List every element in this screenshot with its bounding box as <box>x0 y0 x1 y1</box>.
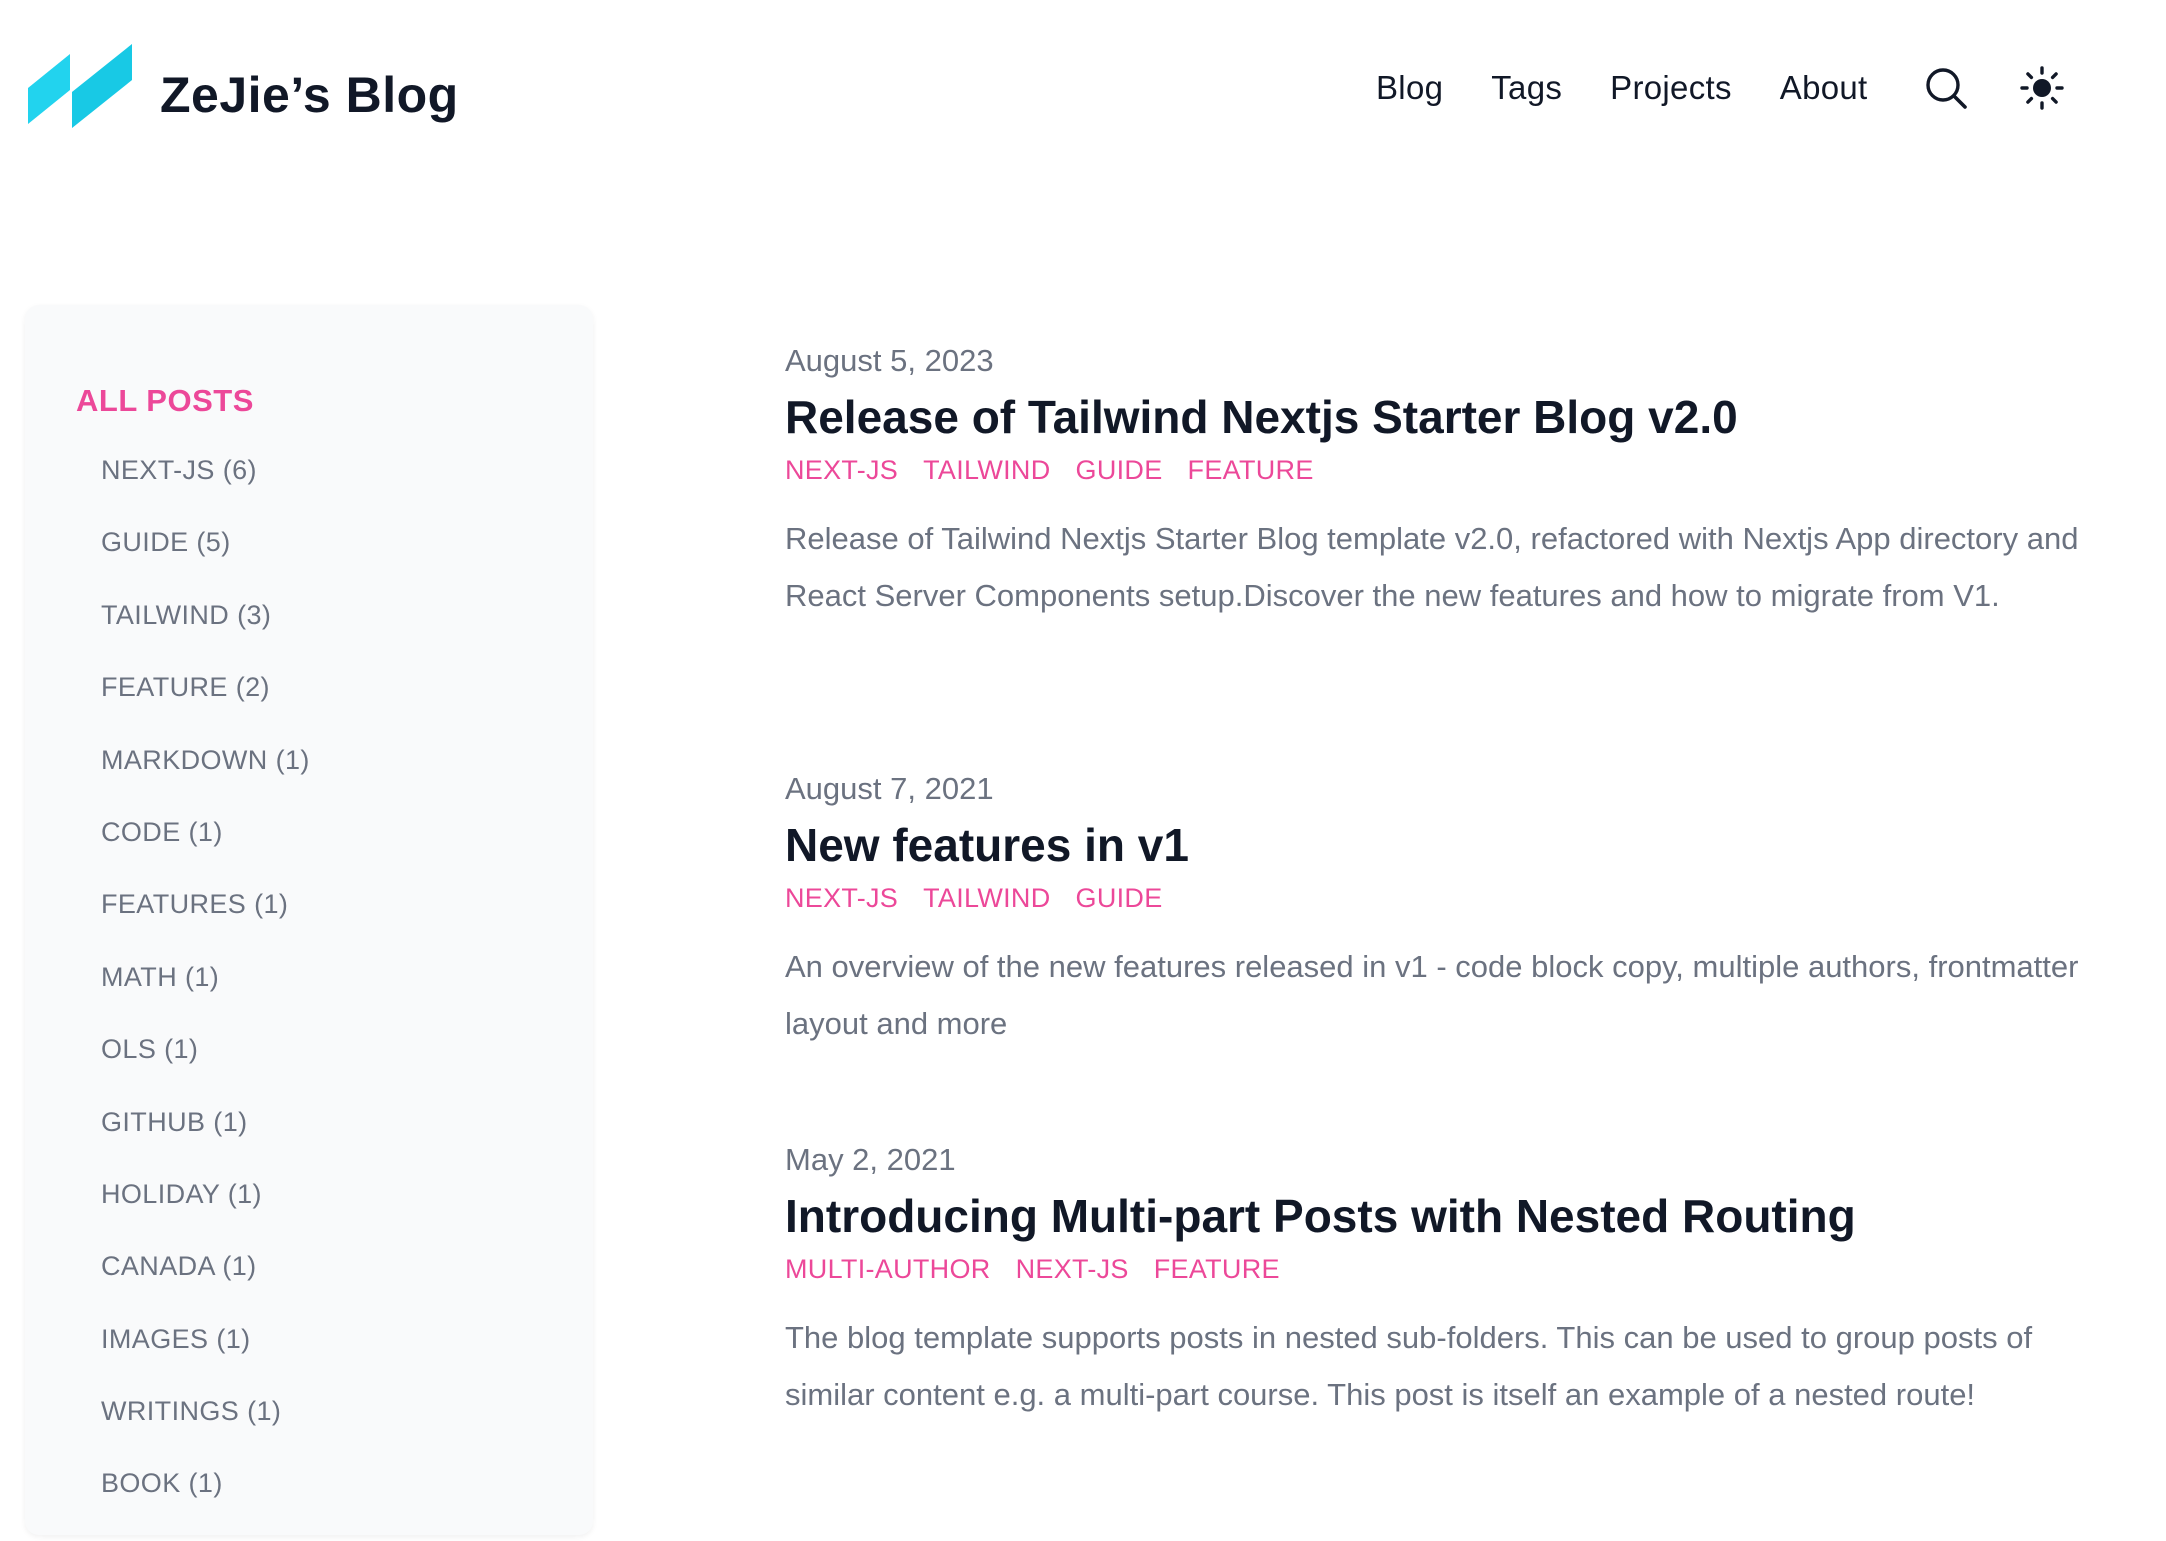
post-summary: Release of Tailwind Nextjs Starter Blog … <box>785 521 2079 613</box>
post-tag-link[interactable]: MULTI-AUTHOR <box>785 1249 991 1289</box>
sidebar-tag-images[interactable]: IMAGES (1) <box>101 1324 310 1396</box>
post-title-link[interactable]: New features in v1 <box>785 814 2085 876</box>
all-posts-link[interactable]: ALL POSTS <box>76 383 254 419</box>
sidebar-tag-canada[interactable]: CANADA (1) <box>101 1251 310 1323</box>
sidebar-tag-code[interactable]: CODE (1) <box>101 817 310 889</box>
post-tag-link[interactable]: NEXT-JS <box>785 878 898 918</box>
post-tag-link[interactable]: GUIDE <box>1076 450 1163 490</box>
sidebar-tag-writings[interactable]: WRITINGS (1) <box>101 1396 310 1468</box>
sidebar-tag-tailwind[interactable]: TAILWIND (3) <box>101 600 310 672</box>
post-tags: NEXT-JS TAILWIND GUIDE FEATURE <box>785 450 2085 490</box>
nav-tags-link[interactable]: Tags <box>1491 69 1562 107</box>
post-summary: The blog template supports posts in nest… <box>785 1320 2033 1412</box>
post-tag-link[interactable]: FEATURE <box>1154 1249 1280 1289</box>
sidebar-tag-feature[interactable]: FEATURE (2) <box>101 672 310 744</box>
post-date: May 2, 2021 <box>785 1142 956 1177</box>
post-tag-link[interactable]: GUIDE <box>1076 878 1163 918</box>
post-item: August 5, 2023 Release of Tailwind Nextj… <box>785 340 2085 624</box>
site-header: ZeJie’s Blog Blog Tags Projects About <box>0 0 2166 175</box>
post-summary: An overview of the new features released… <box>785 949 2079 1041</box>
post-tags: MULTI-AUTHOR NEXT-JS FEATURE <box>785 1249 2085 1289</box>
tag-list: NEXT-JS (6) GUIDE (5) TAILWIND (3) FEATU… <box>101 455 310 1541</box>
post-tag-link[interactable]: FEATURE <box>1188 450 1314 490</box>
tags-sidebar: ALL POSTS NEXT-JS (6) GUIDE (5) TAILWIND… <box>25 305 593 1535</box>
sidebar-tag-holiday[interactable]: HOLIDAY (1) <box>101 1179 310 1251</box>
nav-about-link[interactable]: About <box>1780 69 1868 107</box>
sidebar-tag-next-js[interactable]: NEXT-JS (6) <box>101 455 310 527</box>
post-tags: NEXT-JS TAILWIND GUIDE <box>785 878 2085 918</box>
sidebar-tag-book[interactable]: BOOK (1) <box>101 1468 310 1540</box>
post-tag-link[interactable]: TAILWIND <box>923 878 1050 918</box>
sun-icon <box>2019 66 2064 110</box>
post-tag-link[interactable]: NEXT-JS <box>785 450 898 490</box>
post-tag-link[interactable]: NEXT-JS <box>1016 1249 1129 1289</box>
post-title-link[interactable]: Introducing Multi-part Posts with Nested… <box>785 1185 2085 1247</box>
post-tag-link[interactable]: TAILWIND <box>923 450 1050 490</box>
logo-icon[interactable] <box>28 42 136 128</box>
main-nav: Blog Tags Projects About <box>1376 58 2070 118</box>
sidebar-tag-github[interactable]: GITHUB (1) <box>101 1107 310 1179</box>
theme-toggle-button[interactable] <box>2014 60 2070 116</box>
post-item: August 7, 2021 New features in v1 NEXT-J… <box>785 768 2085 1052</box>
sidebar-tag-markdown[interactable]: MARKDOWN (1) <box>101 745 310 817</box>
sidebar-tag-ols[interactable]: OLS (1) <box>101 1034 310 1106</box>
post-item: May 2, 2021 Introducing Multi-part Posts… <box>785 1139 2085 1423</box>
post-date: August 7, 2021 <box>785 771 994 806</box>
nav-projects-link[interactable]: Projects <box>1610 69 1732 107</box>
sidebar-tag-math[interactable]: MATH (1) <box>101 962 310 1034</box>
search-button[interactable] <box>1918 60 1974 116</box>
sidebar-tag-guide[interactable]: GUIDE (5) <box>101 527 310 599</box>
sidebar-tag-features[interactable]: FEATURES (1) <box>101 889 310 961</box>
post-title-link[interactable]: Release of Tailwind Nextjs Starter Blog … <box>785 386 2085 448</box>
post-date: August 5, 2023 <box>785 343 994 378</box>
search-icon <box>1925 68 1967 109</box>
site-title[interactable]: ZeJie’s Blog <box>160 62 459 128</box>
nav-blog-link[interactable]: Blog <box>1376 69 1443 107</box>
